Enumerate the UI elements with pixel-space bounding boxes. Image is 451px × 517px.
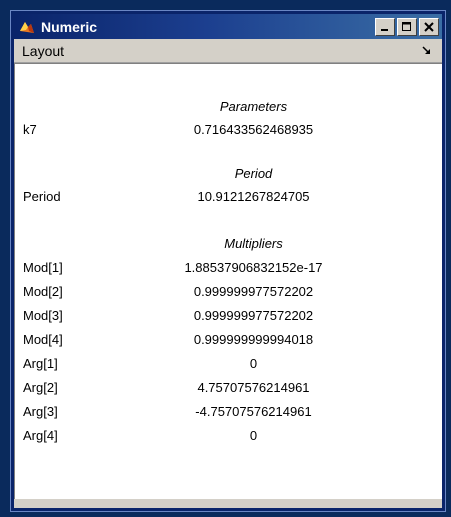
row-label: Arg[4] [23, 428, 58, 443]
row-label: Arg[2] [23, 380, 58, 395]
row-label: k7 [23, 122, 37, 137]
row-label: Mod[2] [23, 284, 63, 299]
window-title: Numeric [41, 18, 98, 35]
row-arg3: Arg[3] -4.75707576214961 [15, 401, 442, 423]
row-arg1: Arg[1] 0 [15, 353, 442, 375]
numeric-window: Numeric Layout Parameters k7 0.716433562… [10, 10, 446, 512]
matlab-icon [18, 18, 36, 36]
row-value: 0.716433562468935 [193, 122, 314, 137]
row-k7: k7 0.716433562468935 [15, 119, 442, 141]
row-arg4: Arg[4] 0 [15, 425, 442, 447]
undock-arrow-icon[interactable] [420, 44, 434, 58]
row-label: Mod[1] [23, 260, 63, 275]
row-mod1: Mod[1] 1.88537906832152e-17 [15, 257, 442, 279]
close-button[interactable] [419, 17, 439, 36]
section-period: Period [234, 166, 273, 181]
close-icon [424, 21, 434, 32]
section-multipliers: Multipliers [224, 236, 283, 251]
minimize-button[interactable] [375, 17, 395, 36]
row-value: 10.9121267824705 [197, 189, 310, 204]
window-bottom-frame [14, 499, 442, 508]
maximize-icon [402, 21, 411, 31]
row-value: -4.75707576214961 [195, 404, 312, 419]
row-label: Period [23, 189, 61, 204]
row-mod2: Mod[2] 0.999999977572202 [15, 281, 442, 303]
row-label: Arg[3] [23, 404, 58, 419]
title-bar[interactable]: Numeric [14, 14, 442, 39]
row-value: 1.88537906832152e-17 [184, 260, 323, 275]
row-value: 0 [249, 428, 258, 443]
row-value: 0.999999999994018 [193, 332, 314, 347]
section-parameters: Parameters [219, 99, 288, 114]
row-value: 0.999999977572202 [193, 284, 314, 299]
row-value: 0.999999977572202 [193, 308, 314, 323]
row-label: Arg[1] [23, 356, 58, 371]
minimize-icon [381, 28, 388, 31]
row-value: 0 [249, 356, 258, 371]
row-value: 4.75707576214961 [197, 380, 310, 395]
row-label: Mod[3] [23, 308, 63, 323]
row-mod4: Mod[4] 0.999999999994018 [15, 329, 442, 351]
row-mod3: Mod[3] 0.999999977572202 [15, 305, 442, 327]
row-label: Mod[4] [23, 332, 63, 347]
row-period: Period 10.9121267824705 [15, 186, 442, 208]
maximize-button[interactable] [397, 17, 417, 36]
layout-menu[interactable]: Layout [14, 43, 420, 59]
numeric-content-panel: Parameters k7 0.716433562468935 Period P… [14, 63, 442, 499]
menu-bar: Layout [14, 39, 442, 63]
row-arg2: Arg[2] 4.75707576214961 [15, 377, 442, 399]
